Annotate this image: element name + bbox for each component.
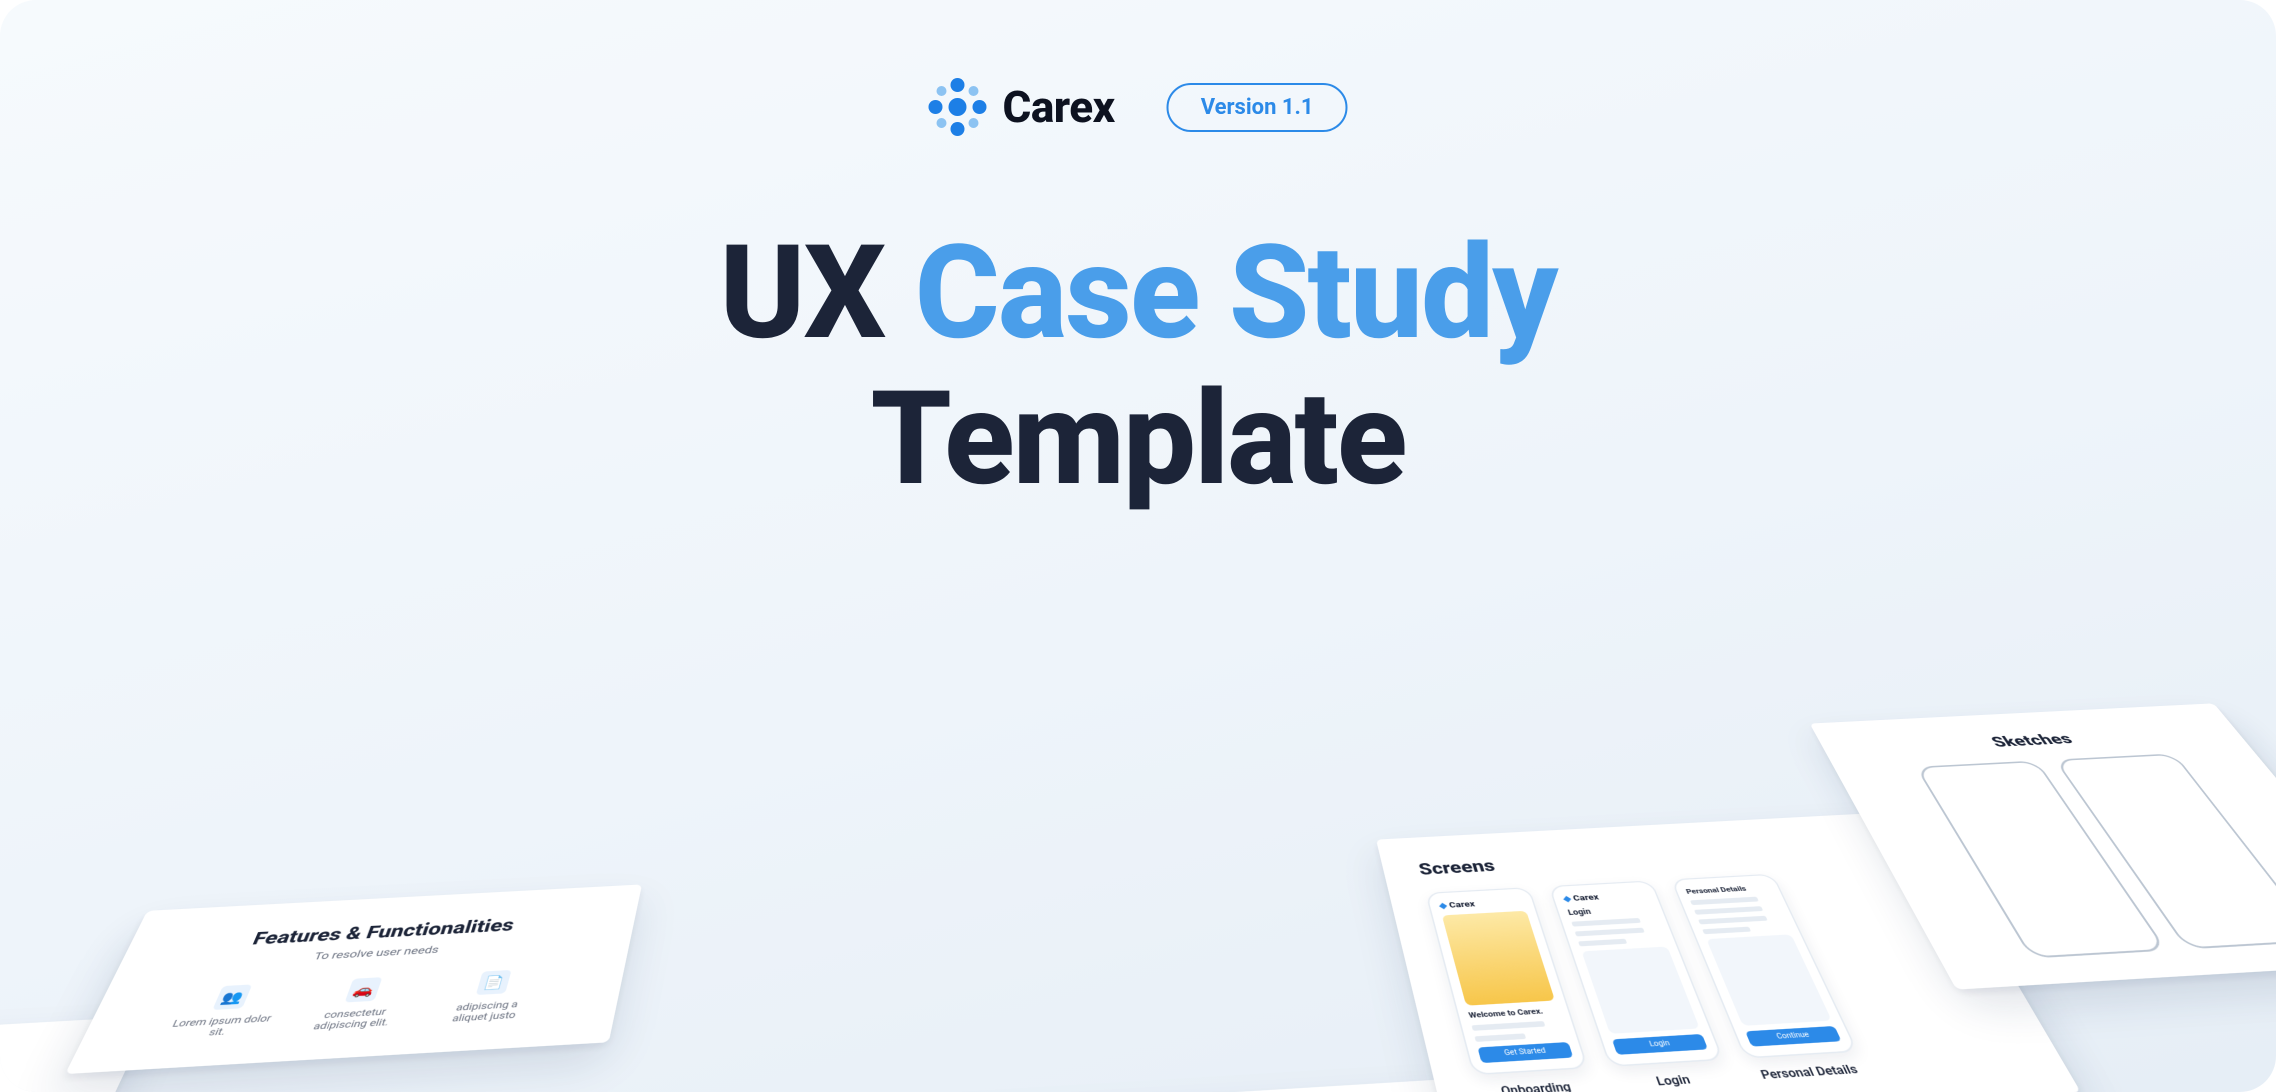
phone-caption: Personal Details [1749, 1062, 1869, 1083]
phone-brand: Carex [1438, 897, 1525, 911]
phone-cta: Get Started [1477, 1042, 1573, 1063]
car-icon: 🚗 [345, 977, 383, 1002]
card-stage: g elit. Nunc sagittis entum. Features & … [0, 432, 2276, 1092]
feature-item: 🚗 consectetur adipiscing elit. [299, 975, 416, 1033]
card-floor: g elit. Nunc sagittis entum. Features & … [0, 682, 2276, 1092]
phone-brand: Carex [1562, 890, 1648, 903]
feature-label: Lorem ipsum dolor sit. [164, 1013, 274, 1041]
hero-line1-accent: Case Study [915, 216, 1557, 369]
card-features: Features & Functionalities To resolve us… [65, 884, 642, 1074]
feature-label: consectetur adipiscing elit. [299, 1006, 406, 1033]
hero-line1-dark: UX [719, 216, 914, 369]
phone-headline: Welcome to Carex. [1468, 1006, 1560, 1020]
promo-frame: Carex Version 1.1 UX Case Study Template… [0, 0, 2276, 1092]
phone-cta: Continue [1745, 1026, 1841, 1047]
sketches-title: Sketches [1852, 724, 2210, 758]
header: Carex Version 1.1 [929, 78, 1348, 136]
features-columns: 👥 Lorem ipsum dolor sit. 🚗 consectetur a… [120, 966, 587, 1044]
hero-title: UX Case Study Template [719, 220, 1556, 511]
users-icon: 👥 [212, 984, 252, 1010]
feature-item: 👥 Lorem ipsum dolor sit. [164, 983, 286, 1041]
hero-line2: Template [871, 362, 1406, 515]
feature-item: 📄 adipiscing a aliquet justo [433, 968, 546, 1025]
phone-headline: Personal Details [1685, 883, 1771, 895]
phone-caption: Onboarding [1476, 1078, 1596, 1092]
brand-name: Carex [1003, 81, 1115, 133]
version-badge: Version 1.1 [1167, 83, 1348, 132]
phone-headline: Login [1567, 904, 1654, 917]
phone-cta: Login [1612, 1034, 1708, 1055]
brand-logo: Carex [929, 78, 1115, 136]
feature-label: adipiscing a aliquet justo [433, 998, 538, 1025]
document-icon: 📄 [476, 970, 512, 995]
logo-icon [929, 78, 987, 136]
phone-caption: Login [1613, 1070, 1733, 1091]
